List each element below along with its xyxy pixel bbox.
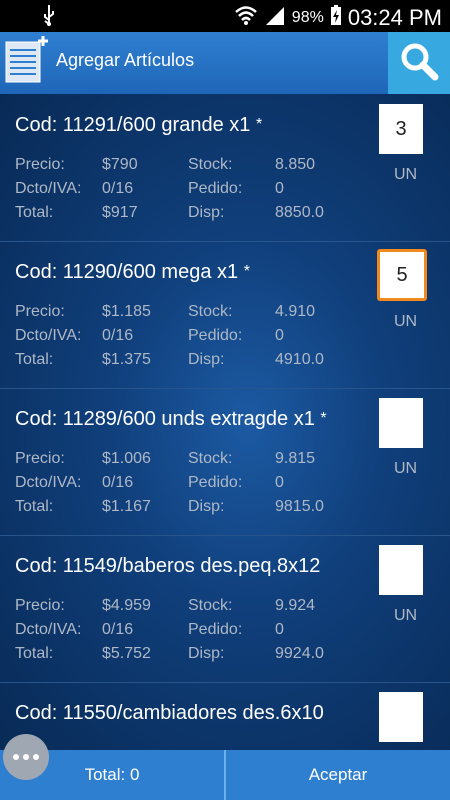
quantity-input[interactable] (379, 545, 423, 595)
dcto-value: 0/16 (102, 474, 134, 491)
unit-label: UN (394, 607, 418, 624)
stock-value: 9.815 (275, 450, 316, 467)
pedido-label: Pedido: (188, 180, 243, 197)
item-code: Cod: 11549/baberos des.peq.8x12 (15, 555, 321, 577)
disp-label: Disp: (188, 645, 225, 662)
item-code: Cod: 11291/600 grande x1 * (15, 114, 263, 136)
disp-value: 9815.0 (275, 498, 324, 515)
dcto-label: Dcto/IVA: (15, 621, 82, 638)
disp-value: 4910.0 (275, 351, 324, 368)
status-bar: 98% 03:24 PM (0, 0, 450, 32)
pedido-value: 0 (275, 621, 284, 638)
precio-value: $790 (102, 156, 138, 173)
usb-icon (42, 4, 56, 32)
stock-label: Stock: (188, 303, 233, 320)
stock-label: Stock: (188, 156, 233, 173)
pedido-label: Pedido: (188, 474, 243, 491)
clock: 03:24 PM (347, 5, 442, 30)
unit-label: UN (394, 313, 418, 330)
quantity-input[interactable]: 5 (377, 249, 427, 301)
unit-label: UN (394, 166, 418, 183)
dcto-label: Dcto/IVA: (15, 327, 82, 344)
stock-label: Stock: (188, 597, 233, 614)
precio-value: $1.006 (102, 450, 151, 467)
pedido-label: Pedido: (188, 621, 243, 638)
stock-value: 8.850 (275, 156, 316, 173)
signal-icon (264, 5, 286, 31)
battery-charging-icon (330, 4, 342, 32)
dcto-value: 0/16 (102, 621, 134, 638)
item-code: Cod: 11289/600 unds extragde x1 * (15, 408, 327, 430)
accept-button[interactable]: Aceptar (226, 750, 450, 800)
stock-value: 4.910 (275, 303, 316, 320)
list-item[interactable]: Cod: 11550/cambiadores des.6x10 (0, 682, 450, 750)
total-label: Total: (15, 645, 54, 662)
precio-label: Precio: (15, 450, 65, 467)
total-label: Total: (15, 498, 54, 515)
disp-label: Disp: (188, 204, 225, 221)
dcto-label: Dcto/IVA: (15, 180, 82, 197)
precio-label: Precio: (15, 303, 65, 320)
total-value: $1.375 (102, 351, 151, 368)
precio-value: $1.185 (102, 303, 151, 320)
more-dots-icon[interactable] (3, 734, 49, 780)
precio-label: Precio: (15, 156, 65, 173)
stock-label: Stock: (188, 450, 233, 467)
stock-value: 9.924 (275, 597, 316, 614)
item-code: Cod: 11290/600 mega x1 * (15, 261, 250, 283)
quantity-input[interactable] (379, 692, 423, 742)
total-value: $5.752 (102, 645, 151, 662)
item-code: Cod: 11550/cambiadores des.6x10 (15, 702, 324, 724)
document-add-icon[interactable] (2, 36, 48, 84)
pedido-label: Pedido: (188, 327, 243, 344)
total-value: $917 (102, 204, 138, 221)
unit-label: UN (394, 460, 418, 477)
search-icon (398, 40, 440, 87)
disp-value: 8850.0 (275, 204, 324, 221)
search-button[interactable] (388, 32, 450, 94)
bottom-bar: Total: 0 Aceptar (0, 750, 450, 800)
total-value: $1.167 (102, 498, 151, 515)
dcto-label: Dcto/IVA: (15, 474, 82, 491)
dcto-value: 0/16 (102, 180, 134, 197)
total-label: Total: (15, 204, 54, 221)
app-bar: Agregar Artículos (0, 32, 450, 94)
quantity-input[interactable] (379, 398, 423, 448)
product-list[interactable]: Cod: 11291/600 grande x1 * Precio: $790 … (0, 94, 450, 750)
list-item[interactable]: Cod: 11291/600 grande x1 * Precio: $790 … (0, 94, 450, 242)
battery-percent: 98% (291, 9, 324, 26)
pedido-value: 0 (275, 180, 284, 197)
precio-value: $4.959 (102, 597, 151, 614)
list-item[interactable]: Cod: 11289/600 unds extragde x1 * Precio… (0, 388, 450, 536)
disp-label: Disp: (188, 351, 225, 368)
precio-label: Precio: (15, 597, 65, 614)
dcto-value: 0/16 (102, 327, 134, 344)
disp-value: 9924.0 (275, 645, 324, 662)
list-item[interactable]: Cod: 11549/baberos des.peq.8x12 Precio: … (0, 535, 450, 683)
page-title: Agregar Artículos (56, 50, 195, 70)
wifi-icon (234, 5, 258, 31)
list-item[interactable]: Cod: 11290/600 mega x1 * Precio: $1.185 … (0, 241, 450, 389)
pedido-value: 0 (275, 327, 284, 344)
total-label: Total: (15, 351, 54, 368)
pedido-value: 0 (275, 474, 284, 491)
disp-label: Disp: (188, 498, 225, 515)
quantity-input[interactable]: 3 (379, 104, 423, 154)
